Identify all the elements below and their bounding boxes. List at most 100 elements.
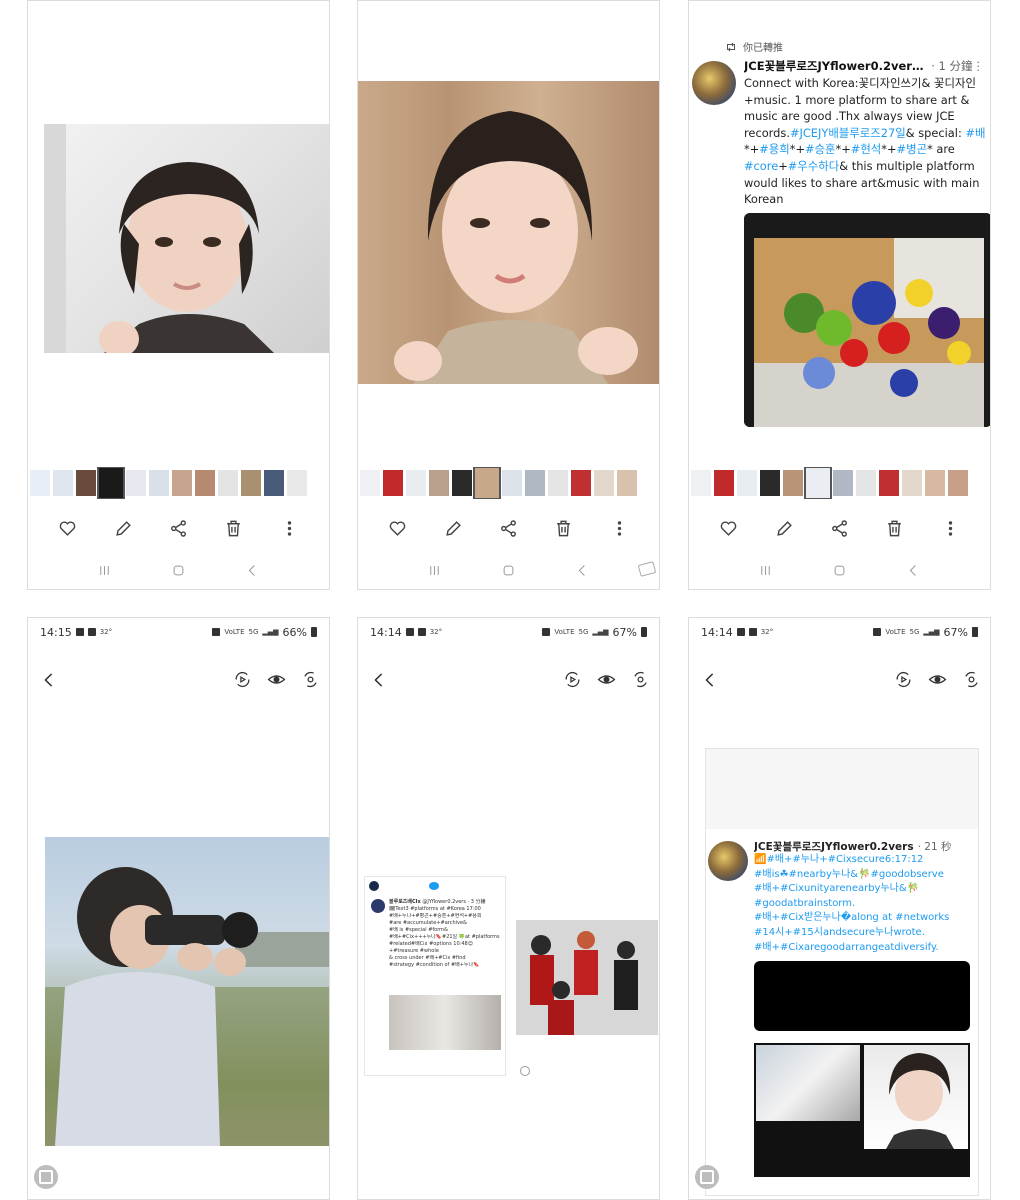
thumbnail[interactable] [525,470,545,496]
thumbnail-current[interactable] [804,467,832,499]
thumbnail-strip[interactable] [689,467,990,499]
thumbnail[interactable] [571,470,591,496]
tweet-text: Connect with Korea:꽃디자인쓰기& 꽃디자인+music. 1… [744,75,988,208]
more-vertical-icon[interactable] [937,515,963,541]
more-vertical-icon[interactable] [276,515,302,541]
remaster-icon[interactable] [231,668,253,690]
thumbnail[interactable] [429,470,449,496]
heart-icon[interactable] [716,515,742,541]
share-icon[interactable] [495,515,521,541]
thumbnail[interactable] [30,470,50,496]
thumbnail[interactable] [737,470,757,496]
thumbnail[interactable] [218,470,238,496]
thumbnail[interactable] [548,470,568,496]
pencil-icon[interactable] [110,515,136,541]
recents-icon[interactable] [754,559,778,581]
thumbnail[interactable] [126,470,146,496]
thumbnail[interactable] [287,470,307,496]
trash-icon[interactable] [551,515,577,541]
thumbnail-current[interactable] [473,467,501,499]
thumbnail[interactable] [383,470,403,496]
more-vertical-icon[interactable]: ⋮ [973,59,985,73]
volte-icon: VoLTE [554,628,575,636]
group-photo[interactable] [516,920,658,1035]
bixby-vision-icon[interactable] [960,668,982,690]
share-icon[interactable] [826,515,852,541]
zoom-icon[interactable] [520,1066,530,1076]
thumbnail[interactable] [452,470,472,496]
embedded-tweet-screenshot[interactable]: 블루로즈배CIx @JYflower0.2vers · 3 分鐘 🗓Text3 … [364,876,506,1076]
thumbnail[interactable] [264,470,284,496]
back-button[interactable] [368,668,390,692]
bixby-vision-icon[interactable] [629,668,651,690]
tweet-screenshot[interactable]: JCE꽃블루로즈JYflower0.2vers · 21 秒 📶#배+#누나+#… [705,748,979,1196]
heart-icon[interactable] [385,515,411,541]
tweet-author[interactable]: JCE꽃블루로즈JYflower0.2vers ... [744,58,927,74]
avatar[interactable] [692,61,736,105]
eye-icon[interactable] [926,668,948,690]
back-nav-icon[interactable] [240,559,264,581]
thumbnail[interactable] [925,470,945,496]
hashtag-link[interactable]: #JCEJY배블루로즈27일 [790,126,906,140]
gallery-screen-1 [27,0,330,590]
hashtag-link[interactable]: #현석 [851,142,882,156]
thumbnail[interactable] [172,470,192,496]
hashtag-link[interactable]: #core [744,159,778,173]
back-nav-icon[interactable] [901,559,925,581]
selfie-photo-2[interactable] [358,81,659,384]
eye-icon[interactable] [595,668,617,690]
trash-icon[interactable] [221,515,247,541]
more-vertical-icon[interactable] [606,515,632,541]
back-nav-icon[interactable] [570,559,594,581]
thumbnail[interactable] [902,470,922,496]
pencil-icon[interactable] [440,515,466,541]
thumbnail[interactable] [195,470,215,496]
thumbnail[interactable] [241,470,261,496]
thumbnail[interactable] [879,470,899,496]
thumbnail[interactable] [360,470,380,496]
thumbnail[interactable] [783,470,803,496]
thumbnail-strip[interactable] [28,467,329,499]
thumbnail[interactable] [76,470,96,496]
thumbnail-current[interactable] [97,467,125,499]
share-cast-icon[interactable] [34,1165,58,1189]
hashtag-link[interactable]: #배 [965,126,985,140]
share-icon[interactable] [165,515,191,541]
pencil-icon[interactable] [771,515,797,541]
remaster-icon[interactable] [561,668,583,690]
tweet-media-flowers[interactable] [744,213,990,427]
home-icon[interactable] [166,559,190,581]
thumbnail[interactable] [406,470,426,496]
hashtag-link[interactable]: #병곤 [897,142,928,156]
thumbnail[interactable] [149,470,169,496]
share-cast-icon[interactable] [695,1165,719,1189]
heart-icon[interactable] [55,515,81,541]
back-button[interactable] [38,668,60,692]
camera-photo[interactable] [45,837,329,1146]
portrait-illustration [44,124,274,353]
thumbnail[interactable] [856,470,876,496]
bixby-vision-icon[interactable] [299,668,321,690]
thumbnail-strip[interactable] [358,467,659,499]
thumbnail[interactable] [594,470,614,496]
eye-icon[interactable] [265,668,287,690]
back-button[interactable] [699,668,721,692]
thumbnail[interactable] [617,470,637,496]
thumbnail[interactable] [53,470,73,496]
recents-icon[interactable] [93,559,117,581]
home-icon[interactable] [827,559,851,581]
thumbnail[interactable] [691,470,711,496]
hashtag-link[interactable]: #용희 [759,142,790,156]
remaster-icon[interactable] [892,668,914,690]
hashtag-link[interactable]: #우수하다 [788,159,839,173]
thumbnail[interactable] [948,470,968,496]
selfie-photo-1[interactable] [44,124,329,353]
recents-icon[interactable] [423,559,447,581]
thumbnail[interactable] [714,470,734,496]
thumbnail[interactable] [502,470,522,496]
trash-icon[interactable] [882,515,908,541]
hashtag-link[interactable]: #승훈 [805,142,836,156]
thumbnail[interactable] [760,470,780,496]
home-icon[interactable] [496,559,520,581]
thumbnail[interactable] [833,470,853,496]
